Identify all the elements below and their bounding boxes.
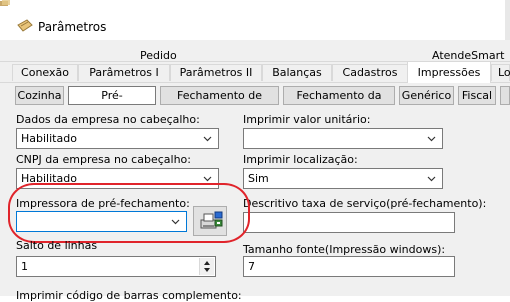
dados-empresa-label: Dados da empresa no cabeçalho: — [16, 113, 200, 126]
dados-empresa-select[interactable]: Habilitado — [16, 128, 219, 149]
valor-unitario-label: Imprimir valor unitário: — [243, 113, 371, 126]
highlight-annotation — [8, 183, 250, 243]
subtab-generico[interactable]: Genérico — [399, 86, 454, 105]
descritivo-taxa-input[interactable] — [243, 212, 455, 233]
tamanho-fonte-label: Tamanho fonte(Impressão windows): — [243, 243, 446, 256]
localizacao-value: Sim — [248, 172, 269, 185]
spin-arrows-icon — [204, 261, 210, 272]
localizacao-label: Imprimir localização: — [243, 153, 358, 166]
window-title: Parâmetros — [38, 20, 107, 34]
subtab-cozinha[interactable]: Cozinha — [15, 86, 64, 105]
subtab-fechamento-mesa[interactable]: Fechamento da mesa — [283, 86, 395, 119]
app-icon — [17, 19, 33, 32]
subtab-overflow[interactable] — [500, 86, 510, 105]
tamanho-fonte-input[interactable]: 7 — [243, 256, 455, 277]
localizacao-select[interactable]: Sim — [243, 168, 443, 189]
subtab-fiscal[interactable]: Fiscal — [458, 86, 496, 105]
valor-unitario-select[interactable] — [243, 128, 443, 149]
tab-lo[interactable]: Lo — [491, 64, 510, 81]
tab-impressoes[interactable]: Impressões — [407, 61, 491, 83]
tab-parametros-i[interactable]: Parâmetros I — [78, 64, 170, 81]
tab-cadastros[interactable]: Cadastros — [332, 64, 408, 81]
dados-empresa-value: Habilitado — [21, 132, 77, 145]
subtab-fechamento-pedido[interactable]: Fechamento de pedido — [160, 86, 279, 119]
cnpj-empresa-label: CNPJ da empresa no cabeçalho: — [16, 153, 191, 166]
salto-linhas-input[interactable]: 1 — [16, 256, 216, 277]
tab-parametros-ii[interactable]: Parâmetros II — [170, 64, 262, 81]
salto-linhas-label: Salto de linhas — [16, 239, 98, 252]
descritivo-taxa-label: Descritivo taxa de serviço(pré-fechament… — [243, 197, 487, 210]
chevron-down-icon — [427, 136, 436, 142]
chevron-down-icon — [203, 176, 212, 182]
window-corner-icon — [0, 0, 10, 6]
salto-linhas-spinner[interactable] — [199, 258, 214, 275]
tamanho-fonte-value: 7 — [248, 260, 255, 273]
tab-conexao[interactable]: Conexão — [12, 64, 78, 81]
subtab-pre-fechamento[interactable]: Pré-fechamento — [68, 86, 156, 119]
salto-linhas-value: 1 — [21, 260, 28, 273]
tab-balancas[interactable]: Balanças — [262, 64, 332, 81]
chevron-down-icon — [427, 176, 436, 182]
chevron-down-icon — [203, 136, 212, 142]
window-edge — [505, 0, 510, 40]
